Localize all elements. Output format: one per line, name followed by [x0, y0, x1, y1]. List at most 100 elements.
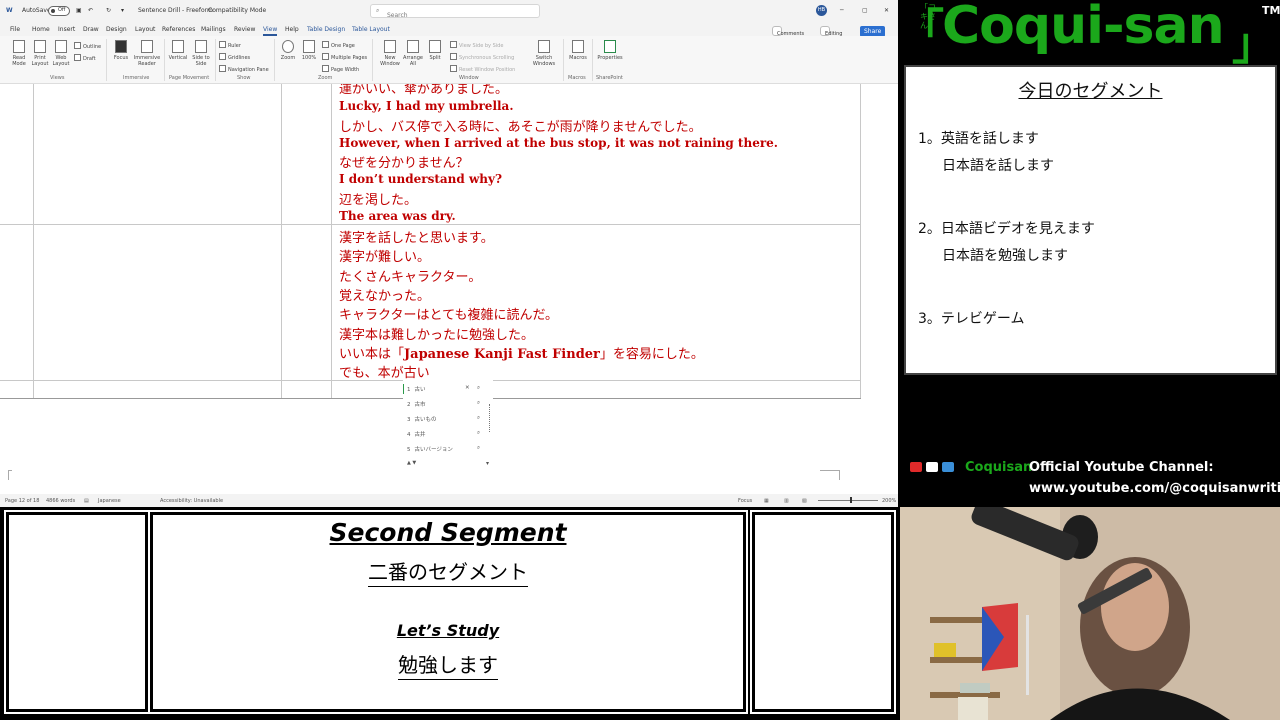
table-border — [0, 224, 861, 225]
close-icon[interactable]: ✕ — [884, 7, 889, 14]
ime-page-arrows-icon[interactable]: ▲ ▼ — [407, 460, 416, 466]
compatibility-mode[interactable]: Compatibility Mode — [208, 7, 266, 14]
page-count[interactable]: Page 12 of 18 — [5, 498, 39, 504]
properties-button[interactable]: Properties — [596, 40, 624, 61]
zoom-button[interactable]: Zoom — [278, 40, 298, 61]
word-count[interactable]: 4866 words — [46, 498, 75, 504]
sentence-line-editing[interactable]: でも、本が古い — [339, 362, 430, 383]
language-indicator[interactable]: Japanese — [98, 498, 121, 504]
switch-windows-button[interactable]: Switch Windows — [530, 40, 558, 67]
search-icon: ⌕ — [376, 7, 380, 14]
split-button[interactable]: Split — [425, 40, 445, 61]
save-icon[interactable]: ▣ — [76, 7, 82, 14]
redo-icon[interactable]: ↻ — [106, 7, 111, 14]
ime-expand-icon[interactable]: ▾ — [486, 460, 489, 467]
user-avatar[interactable]: HB — [816, 5, 827, 16]
ribbon-divider — [274, 39, 275, 81]
tab-file[interactable]: File — [10, 26, 20, 33]
segment-subitem: 日本語を話します — [942, 158, 1054, 174]
customize-icon[interactable]: ▾ — [121, 7, 124, 14]
navigation-pane-checkbox[interactable]: Navigation Pane — [219, 65, 269, 73]
outline-button[interactable]: Outline — [74, 42, 101, 50]
side-to-side-button[interactable]: Side to Side — [190, 40, 212, 67]
sentence-fragment: いい本は「 — [339, 347, 405, 362]
search-icon[interactable]: ⌕ — [477, 430, 480, 437]
new-window-button[interactable]: New Window — [378, 40, 402, 67]
tab-layout[interactable]: Layout — [135, 26, 155, 33]
switch-windows-icon — [538, 40, 550, 53]
read-mode-view-icon[interactable]: ▦ — [764, 498, 769, 504]
web-layout-view-icon[interactable]: ▧ — [802, 498, 807, 504]
editing-button[interactable]: Editing — [820, 26, 842, 37]
print-layout-button[interactable]: Print Layout — [31, 40, 49, 67]
focus-mode-button[interactable]: Focus — [738, 498, 752, 504]
close-icon[interactable]: ✕ — [465, 385, 470, 391]
read-mode-button[interactable]: Read Mode — [8, 40, 30, 67]
undo-icon[interactable]: ↶ — [88, 7, 93, 14]
web-layout-button[interactable]: Web Layout — [51, 40, 71, 67]
search-icon[interactable]: ⌕ — [477, 400, 480, 407]
split-icon — [429, 40, 441, 53]
ime-candidate[interactable]: 4 古井 ⌕ — [407, 430, 480, 442]
draft-button[interactable]: Draft — [74, 54, 96, 62]
ribbon: Read Mode Print Layout Web Layout Outlin… — [0, 36, 898, 84]
tab-table-layout[interactable]: Table Layout — [352, 26, 390, 33]
focus-button[interactable]: Focus — [111, 40, 131, 61]
new-window-label: New Window — [380, 55, 400, 67]
immersive-reader-button[interactable]: Immersive Reader — [133, 40, 161, 67]
tab-draw[interactable]: Draw — [83, 26, 99, 33]
arrange-all-button[interactable]: Arrange All — [402, 40, 424, 67]
zoom-level[interactable]: 200% — [882, 498, 896, 504]
ime-candidate[interactable]: 1 古い ✕ ⌕ — [407, 385, 480, 397]
tab-help[interactable]: Help — [285, 26, 299, 33]
macros-label: Macros — [569, 55, 587, 61]
tab-insert[interactable]: Insert — [58, 26, 75, 33]
search-icon[interactable]: ⌕ — [477, 445, 480, 452]
zoom-slider-thumb[interactable] — [850, 497, 852, 503]
channel-url[interactable]: www.youtube.com/@coquisanwriting — [1029, 481, 1280, 496]
ime-candidate-window: 1 古い ✕ ⌕ 2 古市 ⌕ 3 古いもの ⌕ 4 古井 ⌕ 5 古いバージョン ⌕ ▲ ▼ ▾ — [403, 380, 493, 470]
tab-design[interactable]: Design — [106, 26, 127, 33]
vertical-button[interactable]: Vertical — [168, 40, 188, 61]
ime-scrollbar[interactable] — [489, 404, 490, 432]
one-page-button[interactable]: One Page — [322, 41, 355, 49]
page-width-button[interactable]: Page Width — [322, 65, 359, 73]
zoom-100-label: 100% — [301, 55, 317, 61]
search-input[interactable]: ⌕ Search — [370, 4, 540, 19]
sync-scrolling-button[interactable]: Synchronous Scrolling — [450, 53, 514, 61]
ime-candidate[interactable]: 2 古市 ⌕ — [407, 400, 480, 412]
view-side-by-side-button[interactable]: View Side by Side — [450, 41, 503, 49]
ribbon-divider — [563, 39, 564, 81]
multiple-pages-button[interactable]: Multiple Pages — [322, 53, 367, 61]
comments-button[interactable]: Comments — [772, 26, 804, 37]
tab-references[interactable]: References — [162, 26, 195, 33]
zoom-slider[interactable] — [818, 500, 878, 501]
ruler-checkbox[interactable]: Ruler — [219, 41, 241, 49]
search-icon[interactable]: ⌕ — [477, 415, 480, 422]
sentence-line: Lucky, I had my umbrella. — [339, 99, 514, 113]
zoom-100-button[interactable]: 100% — [299, 40, 319, 61]
tab-table-design[interactable]: Table Design — [307, 26, 345, 33]
book-title: Japanese Kanji Fast Finder — [404, 347, 600, 362]
tab-home[interactable]: Home — [32, 26, 50, 33]
channel-label: Official Youtube Channel: — [1029, 460, 1214, 475]
print-layout-view-icon[interactable]: ▥ — [784, 498, 789, 504]
reset-window-button[interactable]: Reset Window Position — [450, 65, 515, 73]
maximize-icon[interactable]: ▢ — [862, 7, 868, 14]
side-panel-right — [750, 510, 896, 714]
macros-icon — [572, 40, 584, 53]
tab-mailings[interactable]: Mailings — [201, 26, 226, 33]
ime-candidate[interactable]: 5 古いバージョン ⌕ — [407, 445, 480, 457]
accessibility-status[interactable]: Accessibility: Unavailable — [160, 498, 223, 504]
study-heading-jp-text: 勉強します — [398, 653, 498, 680]
ime-candidate[interactable]: 3 古いもの ⌕ — [407, 415, 480, 427]
proofing-icon[interactable]: ▤ — [84, 498, 89, 504]
gridlines-checkbox[interactable]: Gridlines — [219, 53, 250, 61]
word-app-icon: W — [6, 7, 13, 14]
tab-review[interactable]: Review — [234, 26, 255, 33]
sentence-line: However, when I arrived at the bus stop,… — [339, 136, 778, 150]
tab-view[interactable]: View — [263, 26, 278, 36]
minimize-icon[interactable]: ─ — [840, 7, 844, 14]
search-icon[interactable]: ⌕ — [477, 385, 480, 392]
macros-button[interactable]: Macros — [567, 40, 589, 61]
